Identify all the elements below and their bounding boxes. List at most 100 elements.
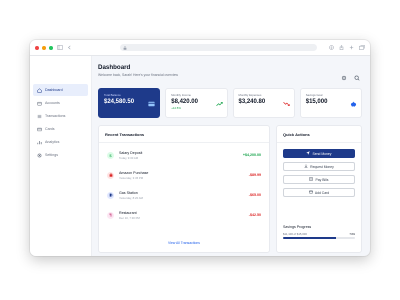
- sidebar-item-label: Dashboard: [45, 88, 63, 92]
- transaction-date: Today, 9:30 AM: [119, 155, 139, 160]
- home-icon: [37, 87, 42, 93]
- sidebar-item-label: Cards: [45, 127, 55, 131]
- stat-value: $24,580.50: [104, 99, 135, 105]
- stat-label: Monthly Income: [171, 93, 191, 97]
- savings-progress-bar: [283, 237, 355, 239]
- savings-progress-percent: 74%: [349, 232, 355, 236]
- stat-label: Monthly Expenses: [238, 93, 262, 97]
- trend-down-icon: [283, 100, 290, 107]
- card-icon: [148, 100, 155, 107]
- button-label: Request Money: [310, 164, 334, 169]
- minimize-window-dot[interactable]: [42, 45, 46, 50]
- transaction-name: Amazon Purchase: [119, 170, 149, 175]
- sidebar-item-analytics[interactable]: Analytics: [33, 136, 88, 148]
- pay-bills-button[interactable]: Pay Bills: [283, 175, 355, 184]
- stat-value: $8,420.00: [171, 99, 198, 105]
- transaction-row[interactable]: Gas Station Yesterday, 8:20 AM -$65.00: [107, 188, 261, 202]
- sidebar-item-dashboard[interactable]: Dashboard: [33, 84, 88, 96]
- sidebar-item-settings[interactable]: Settings: [33, 149, 88, 161]
- transaction-amount: -$89.99: [248, 173, 261, 177]
- browser-toolbar: [30, 40, 370, 56]
- browser-window: Dashboard Accounts Transactions Cards An…: [30, 40, 370, 256]
- savings-progress-title: Savings Progress: [283, 225, 312, 229]
- stat-card-monthly-expenses[interactable]: Monthly Expenses $3,240.80: [232, 88, 295, 118]
- transaction-name: Restaurant: [119, 210, 137, 215]
- search-icon[interactable]: [354, 68, 360, 86]
- card-title: Recent Transactions: [105, 132, 145, 137]
- page-subtitle: Welcome back, Sarah! Here's your financi…: [98, 73, 178, 77]
- transaction-amount: -$65.00: [248, 193, 261, 197]
- main-content: Dashboard Welcome back, Sarah! Here's yo…: [92, 56, 370, 256]
- stat-card-total-balance[interactable]: Total Balance $24,580.50: [98, 88, 161, 118]
- savings-progress-fill: [283, 237, 337, 239]
- stat-card-monthly-income[interactable]: Monthly Income $8,420.00 +12.5%: [165, 88, 228, 118]
- bag-icon: [107, 171, 114, 179]
- button-label: Send Money: [312, 151, 332, 156]
- share-icon[interactable]: [338, 44, 345, 51]
- dollar-icon: $: [107, 151, 114, 159]
- transaction-date: Dec 10, 7:30 PM: [119, 215, 140, 220]
- chart-icon: [37, 140, 42, 145]
- download-icon[interactable]: [328, 44, 335, 51]
- card-title: Quick Actions: [283, 132, 310, 137]
- settings-icon[interactable]: [341, 68, 347, 86]
- add-card-button[interactable]: Add Card: [283, 188, 355, 197]
- back-icon[interactable]: [66, 44, 73, 51]
- fuel-icon: [107, 191, 114, 199]
- close-window-dot[interactable]: [35, 45, 39, 50]
- sidebar: Dashboard Accounts Transactions Cards An…: [30, 56, 92, 256]
- download-icon: [304, 164, 308, 169]
- button-label: Pay Bills: [315, 177, 329, 182]
- stats-row: Total Balance $24,580.50 Monthly Income …: [98, 88, 362, 118]
- send-money-button[interactable]: Send Money: [283, 149, 355, 158]
- sidebar-item-cards[interactable]: Cards: [33, 123, 88, 135]
- page-header: Dashboard Welcome back, Sarah! Here's yo…: [98, 64, 362, 86]
- stat-label: Total Balance: [104, 93, 121, 97]
- card-icon: [308, 190, 313, 195]
- transaction-date: Yesterday, 8:20 AM: [119, 195, 143, 200]
- piggy-icon: [350, 100, 357, 107]
- send-icon: [306, 151, 311, 156]
- quick-actions-card: Quick Actions Send Money Request Money P…: [276, 125, 362, 253]
- transaction-name: Gas Station: [119, 190, 138, 195]
- list-icon: [37, 114, 42, 119]
- sidebar-item-label: Accounts: [45, 101, 60, 105]
- page-title: Dashboard: [98, 64, 131, 71]
- recent-transactions-card: Recent Transactions $ Salary Deposit Tod…: [98, 125, 270, 253]
- app-container: Dashboard Accounts Transactions Cards An…: [30, 56, 370, 256]
- sidebar-item-transactions[interactable]: Transactions: [33, 110, 88, 122]
- transaction-amount: -$42.50: [248, 213, 261, 217]
- stat-card-savings-goal[interactable]: Savings Goal $15,000: [299, 88, 362, 118]
- sidebar-item-label: Analytics: [45, 140, 60, 144]
- divider: [99, 142, 269, 143]
- lock-icon: [123, 45, 127, 50]
- button-label: Add Card: [314, 190, 330, 195]
- savings-progress-detail: $11,100 of $15,000: [283, 232, 307, 236]
- transaction-row[interactable]: $ Salary Deposit Today, 9:30 AM +$4,200.…: [107, 148, 261, 162]
- new-tab-icon[interactable]: [348, 44, 355, 51]
- sidebar-item-label: Settings: [45, 153, 58, 157]
- sidebar-item-label: Transactions: [45, 114, 66, 118]
- request-money-button[interactable]: Request Money: [283, 162, 355, 171]
- transaction-name: Salary Deposit: [119, 150, 143, 155]
- trend-up-icon: [215, 100, 223, 107]
- receipt-icon: [309, 177, 313, 182]
- divider: [277, 142, 361, 143]
- sidebar-item-accounts[interactable]: Accounts: [33, 97, 88, 109]
- stat-value: $15,000: [305, 99, 328, 105]
- stat-value: $3,240.80: [238, 99, 266, 105]
- wallet-icon: [37, 101, 42, 106]
- tabs-overview-icon[interactable]: [358, 44, 365, 51]
- gear-icon: [37, 153, 42, 158]
- stat-label: Savings Goal: [305, 93, 323, 97]
- transaction-date: Yesterday, 3:45 PM: [119, 175, 144, 180]
- fork-icon: [107, 211, 114, 219]
- view-all-transactions-link[interactable]: View All Transactions: [99, 241, 269, 245]
- transaction-row[interactable]: Amazon Purchase Yesterday, 3:45 PM -$89.…: [107, 168, 261, 182]
- card-icon: [37, 127, 42, 132]
- sidebar-toggle-icon[interactable]: [56, 44, 63, 51]
- maximize-window-dot[interactable]: [49, 45, 53, 50]
- transaction-amount: +$4,200.00: [242, 153, 261, 157]
- address-bar[interactable]: [120, 44, 317, 51]
- transaction-row[interactable]: Restaurant Dec 10, 7:30 PM -$42.50: [107, 208, 261, 222]
